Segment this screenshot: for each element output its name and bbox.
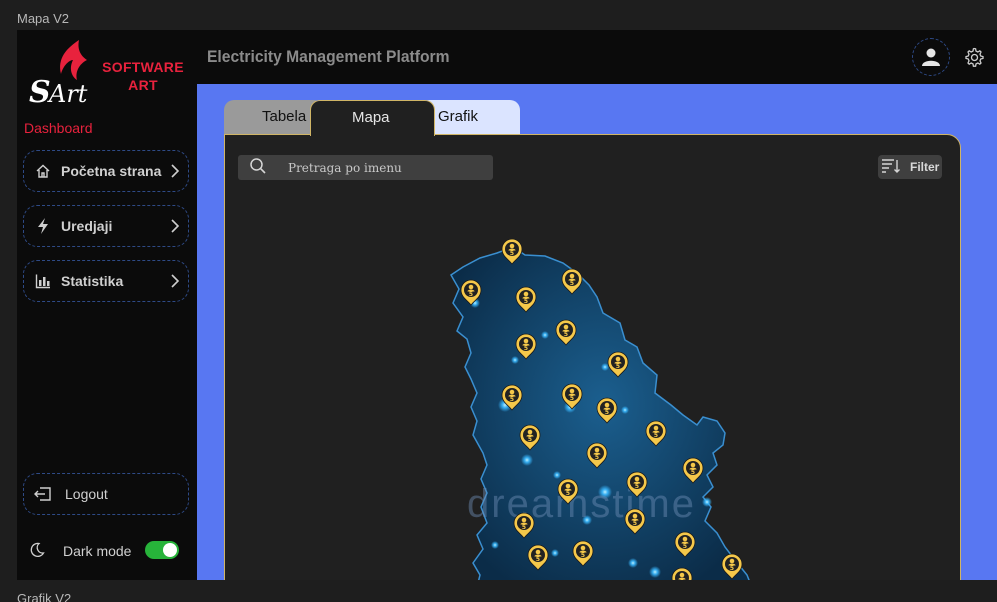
marker-count: 5 [566,490,570,497]
sidebar-item-uredjaji[interactable]: Uredjaji [23,205,189,247]
dark-mode-toggle[interactable] [145,541,179,559]
search-bar[interactable] [238,155,493,180]
marker-count: 5 [605,409,609,416]
marker-count: 5 [564,331,568,338]
marker-count: 5 [524,298,528,305]
sort-filter-icon [881,157,901,178]
app-title: Electricity Management Platform [207,47,450,66]
logo-line-1: SOFTWARE [102,59,184,75]
watermark-text: dreamstime [467,482,696,526]
sidebar: S Art SOFTWARE ART Dashboard Početna str… [17,30,197,580]
marker-count: 5 [595,454,599,461]
marker-count: 5 [510,396,514,403]
logout-label: Logout [65,486,108,502]
marker-count: 5 [510,250,514,257]
marker-count: 5 [616,363,620,370]
view-tabs: Tabela Grafik Mapa [224,100,520,136]
tab-tabela[interactable]: Tabela [224,100,324,136]
dashboard-title: Dashboard [24,120,93,136]
sidebar-item-statistika[interactable]: Statistika [23,260,189,302]
search-input[interactable] [288,160,478,175]
svg-text:S: S [29,75,51,110]
logo-line-2: ART [128,77,158,93]
chevron-right-icon [171,164,180,178]
chevron-right-icon [171,274,180,288]
home-icon [34,162,52,180]
marker-count: 5 [570,280,574,287]
toggle-knob [163,543,177,557]
map-panel: dreamstime 5 5 5 5 5 5 5 5 5 5 5 5 5 5 5 5 5 5 5 5 5 5 5 Filte… [224,134,961,580]
chevron-right-icon [171,219,180,233]
marker-count: 5 [635,483,639,490]
marker-count: 5 [691,469,695,476]
lightning-icon [34,217,52,235]
moon-icon [29,542,47,561]
main-content: Tabela Grafik Mapa dreamstime 5 5 5 5 5 … [197,84,997,580]
marker-count: 5 [524,345,528,352]
marker-count: 5 [469,291,473,298]
tab-mapa[interactable]: Mapa [310,100,435,136]
dark-mode-label: Dark mode [63,543,132,559]
marker-count: 5 [528,436,532,443]
sidebar-item-label: Početna strana [61,163,162,179]
filter-button[interactable]: Filter [878,155,942,179]
marker-count: 5 [633,520,637,527]
logo-mark-text: Art [47,80,88,108]
top-header: Electricity Management Platform [197,30,997,84]
filter-label: Filter [910,160,940,174]
logout-button[interactable]: Logout [23,473,189,515]
app-frame: S Art SOFTWARE ART Dashboard Početna str… [17,30,997,580]
marker-count: 5 [536,556,540,563]
dark-mode-row: Dark mode [29,540,189,562]
marker-count: 5 [654,432,658,439]
frame-label-top: Mapa V2 [17,11,70,26]
frame-label-bottom: Grafik V2 [17,591,72,602]
sidebar-item-label: Uredjaji [61,218,113,234]
marker-count: 5 [570,395,574,402]
user-avatar-button[interactable] [912,38,950,76]
logo[interactable]: S Art SOFTWARE ART [27,38,192,110]
sidebar-item-pocetna-strana[interactable]: Početna strana [23,150,189,192]
marker-count: 5 [680,579,684,580]
logout-icon [34,485,52,503]
search-icon [249,157,267,179]
marker-count: 5 [683,543,687,550]
marker-count: 5 [522,524,526,531]
logo-text: SOFTWARE ART [93,58,193,94]
map-view[interactable]: dreamstime 5 5 5 5 5 5 5 5 5 5 5 5 5 5 5 5 5 5 5 5 5 5 5 [225,135,961,580]
marker-count: 5 [581,552,585,559]
user-icon [922,48,940,66]
logo-mark: S Art [29,40,88,110]
sidebar-item-label: Statistika [61,273,124,289]
gear-icon[interactable] [964,47,984,67]
bar-chart-icon [34,272,52,290]
marker-count: 5 [730,565,734,572]
